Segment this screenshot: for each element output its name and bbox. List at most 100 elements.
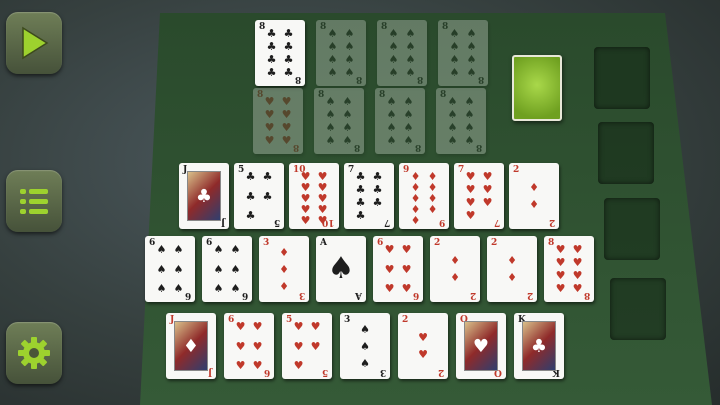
playing-card[interactable]: 5 5 ♥ ♥ ♥ ♥ ♥ bbox=[282, 313, 332, 379]
card-rank: A bbox=[320, 238, 327, 248]
card-rank: J bbox=[220, 217, 225, 227]
card-suit: ♠ bbox=[342, 95, 353, 108]
card-suit: ♥ bbox=[555, 256, 566, 269]
card-rank: 8 bbox=[414, 142, 421, 152]
card-suit: ♥ bbox=[252, 339, 263, 353]
playing-card[interactable]: 6 6 ♥ ♥ ♥ ♥ ♥ ♥ bbox=[373, 236, 423, 302]
card-rank: 3 bbox=[344, 315, 351, 325]
playing-card[interactable]: 9 9 ♦ ♦ ♦ ♦ ♦ ♦ ♦ ♦ ♦ bbox=[399, 163, 449, 229]
card-suit: ♥ bbox=[235, 359, 246, 372]
playing-card[interactable]: 7 7 ♥ ♥ ♥ ♥ ♥ ♥ ♥ bbox=[454, 163, 504, 229]
card-pips: ♦ ♦ bbox=[520, 171, 548, 221]
card-pips: ♥ ♥ ♥ ♥ ♥ ♥ bbox=[235, 321, 263, 371]
playing-card[interactable]: 8 8 ♠ ♠ ♠ ♠ ♠ ♠ ♠ ♠ bbox=[438, 20, 488, 86]
playing-card[interactable]: 2 2 ♦ ♦ bbox=[509, 163, 559, 229]
card-pips: ♠ ♠ ♠ ♠ ♠ ♠ ♠ ♠ bbox=[447, 96, 475, 146]
card-rank: 2 bbox=[437, 367, 444, 377]
card-rank: 6 bbox=[228, 315, 235, 325]
foundation-slot[interactable] bbox=[604, 198, 660, 260]
playing-card[interactable]: 8 8 ♥ ♥ ♥ ♥ ♥ ♥ ♥ ♥ bbox=[544, 236, 594, 302]
card-suit: ♠ bbox=[230, 282, 241, 295]
card-pips: ♥ ♥ ♥ ♥ ♥ ♥ ♥ bbox=[465, 171, 493, 221]
playing-card[interactable]: 8 8 ♠ ♠ ♠ ♠ ♠ ♠ ♠ ♠ bbox=[377, 20, 427, 86]
card-suit: ♦ bbox=[450, 271, 460, 284]
card-suit: ♥ bbox=[465, 196, 476, 209]
card-suit: ♠ bbox=[213, 243, 224, 256]
face-card-art: ♣ bbox=[187, 171, 221, 221]
stock-pile[interactable] bbox=[512, 55, 562, 121]
card-suit: ♠ bbox=[388, 53, 399, 66]
card-suit: ♠ bbox=[173, 262, 184, 276]
card-pips: ♠ ♠ ♠ ♠ ♠ ♠ ♠ ♠ bbox=[327, 28, 355, 78]
playing-card[interactable]: 3 3 ♦ ♦ ♦ bbox=[259, 236, 309, 302]
playing-card[interactable]: A A ♠ bbox=[316, 236, 366, 302]
playing-card[interactable]: 6 6 ♠ ♠ ♠ ♠ ♠ ♠ bbox=[145, 236, 195, 302]
card-suit: ♣ bbox=[245, 170, 256, 183]
card-suit: ♠ bbox=[466, 27, 477, 40]
card-pips: ♥ ♥ ♥ ♥ ♥ ♥ ♥ ♥ ♥ ♥ bbox=[300, 171, 328, 226]
card-rank: 6 bbox=[206, 238, 213, 248]
gear-icon bbox=[18, 337, 50, 369]
card-suit: ♣ bbox=[266, 40, 277, 53]
foundation-slot[interactable] bbox=[594, 47, 650, 109]
foundation-slot[interactable] bbox=[598, 122, 654, 184]
face-card-art: ♣ bbox=[522, 321, 556, 371]
card-pips: ♥ ♥ ♥ ♥ ♥ ♥ ♥ ♥ bbox=[555, 244, 583, 294]
playing-card[interactable]: 3 3 ♠ ♠ ♠ bbox=[340, 313, 390, 379]
playing-card[interactable]: J J ♣ bbox=[179, 163, 229, 229]
card-suit: ♥ bbox=[555, 282, 566, 295]
card-suit: ♠ bbox=[449, 40, 460, 53]
playing-card[interactable]: 8 8 ♠ ♠ ♠ ♠ ♠ ♠ ♠ ♠ bbox=[314, 88, 364, 154]
card-suit: ♥ bbox=[482, 170, 493, 183]
playing-card[interactable]: 8 8 ♣ ♣ ♣ ♣ ♣ ♣ ♣ ♣ bbox=[255, 20, 305, 86]
card-suit: ♣ bbox=[355, 196, 366, 209]
card-suit: ♠ bbox=[344, 40, 355, 53]
card-suit: ♥ bbox=[572, 243, 583, 256]
card-suit: ♠ bbox=[327, 40, 338, 53]
playing-card[interactable]: 6 6 ♠ ♠ ♠ ♠ ♠ ♠ bbox=[202, 236, 252, 302]
card-rank: 8 bbox=[257, 90, 264, 100]
playing-card[interactable]: K K ♣ bbox=[514, 313, 564, 379]
card-pips: ♦ ♦ ♦ bbox=[270, 244, 298, 294]
playing-card[interactable]: 7 7 ♣ ♣ ♣ ♣ ♣ ♣ ♣ bbox=[344, 163, 394, 229]
card-rank: 2 bbox=[491, 238, 498, 248]
card-suit: ♠ bbox=[230, 243, 241, 256]
card-suit: ♣ bbox=[372, 183, 383, 196]
menu-button[interactable] bbox=[6, 170, 62, 232]
playing-card[interactable]: 6 6 ♥ ♥ ♥ ♥ ♥ ♥ bbox=[224, 313, 274, 379]
card-suit: ♠ bbox=[449, 53, 460, 66]
card-suit: ♥ bbox=[418, 348, 428, 361]
card-suit: ♥ bbox=[264, 108, 275, 121]
card-suit: ♥ bbox=[235, 339, 246, 353]
card-suit: ♠ bbox=[388, 27, 399, 40]
playing-card[interactable]: 8 8 ♠ ♠ ♠ ♠ ♠ ♠ ♠ ♠ bbox=[375, 88, 425, 154]
card-suit: ♥ bbox=[310, 339, 321, 353]
playing-card[interactable]: 2 2 ♦ ♦ bbox=[430, 236, 480, 302]
card-suit: ♠ bbox=[156, 262, 167, 276]
settings-button[interactable] bbox=[6, 322, 62, 384]
playing-card[interactable]: 8 8 ♠ ♠ ♠ ♠ ♠ ♠ ♠ ♠ bbox=[316, 20, 366, 86]
card-pips: ♠ ♠ ♠ ♠ ♠ ♠ ♠ ♠ bbox=[325, 96, 353, 146]
playing-card[interactable]: 8 8 ♥ ♥ ♥ ♥ ♥ ♥ ♥ ♥ bbox=[253, 88, 303, 154]
card-suit: ♥ bbox=[235, 320, 246, 333]
foundation-slot[interactable] bbox=[610, 278, 666, 340]
card-suit: ♠ bbox=[464, 95, 475, 108]
playing-card[interactable]: 10 10 ♥ ♥ ♥ ♥ ♥ ♥ ♥ ♥ ♥ ♥ bbox=[289, 163, 339, 229]
card-suit: ♥ bbox=[252, 359, 263, 372]
playing-card[interactable]: Q Q ♥ bbox=[456, 313, 506, 379]
card-suit: ♠ bbox=[405, 40, 416, 53]
play-button[interactable] bbox=[6, 12, 62, 74]
card-suit: ♠ bbox=[405, 27, 416, 40]
playing-card[interactable]: 5 5 ♣ ♣ ♣ ♣ ♣ bbox=[234, 163, 284, 229]
card-rank: 7 bbox=[458, 165, 465, 175]
card-suit: ♠ bbox=[388, 40, 399, 53]
card-suit: ♠ bbox=[360, 356, 370, 370]
playing-card[interactable]: J J ♦ bbox=[166, 313, 216, 379]
card-suit: ♥ bbox=[264, 95, 275, 108]
playing-card[interactable]: 2 2 ♦ ♦ bbox=[487, 236, 537, 302]
card-suit: ♠ bbox=[344, 66, 355, 79]
playing-card[interactable]: 8 8 ♠ ♠ ♠ ♠ ♠ ♠ ♠ ♠ bbox=[436, 88, 486, 154]
playing-card[interactable]: 2 2 ♥ ♥ bbox=[398, 313, 448, 379]
card-rank: J bbox=[207, 367, 212, 377]
card-suit: ♠ bbox=[344, 53, 355, 66]
